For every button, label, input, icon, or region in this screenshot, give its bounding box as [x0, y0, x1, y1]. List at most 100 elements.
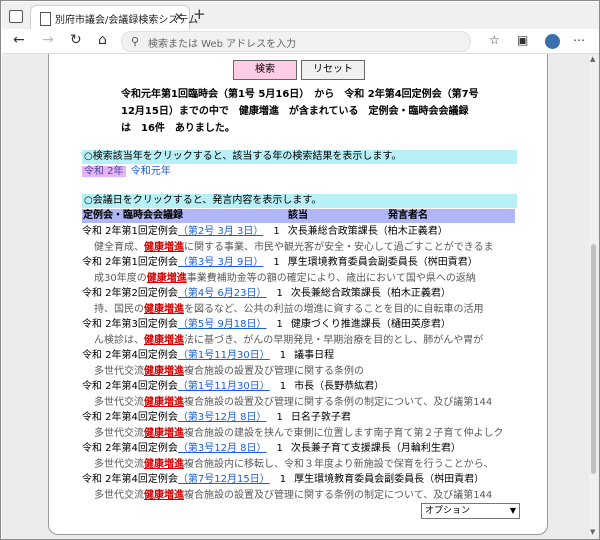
search-button[interactable]: 検索 [233, 60, 297, 80]
column-header-session: 定例会・臨時会会議録 [83, 210, 183, 221]
options-label: オプション [425, 506, 471, 516]
plus-icon[interactable]: + [193, 5, 206, 23]
keyword-highlight: 健康増進 [144, 365, 184, 377]
keyword-highlight: 健康増進 [144, 303, 184, 315]
year-links: 令和 2年 令和元年 [82, 165, 173, 179]
excerpt-before: 成30年度の [94, 272, 147, 284]
row-excerpt: 多世代交流健康増進複合施設の設置及び管理に関する条例の [82, 364, 518, 380]
excerpt-before: 多世代交流 [94, 365, 144, 377]
scroll-down-arrow-icon[interactable]: ▼ [590, 528, 595, 536]
table-row: 令和 2年第4回定例会（第7号12月15日） 1 厚生環境教育委員会副委員長（桝田貢… [82, 472, 518, 488]
keyword-highlight: 健康増進 [144, 241, 184, 253]
row-excerpt: 多世代交流健康増進複合施設の建設を挟んで東側に位置します南子育て第２子育て仲よし… [82, 426, 518, 442]
row-count: 1 [279, 474, 287, 485]
row-session: 令和 2年第4回定例会 [82, 443, 178, 454]
table-row: 令和 2年第2回定例会（第4号 6月23日） 1 次長兼総合政策課長（柏木正義君） [82, 286, 518, 302]
row-session: 令和 2年第1回定例会 [82, 257, 178, 268]
window-icon[interactable] [9, 10, 23, 23]
meeting-date-link[interactable]: （第3号12月 8日） [178, 443, 267, 454]
search-results-page: 検索 リセット 令和元年第1回臨時会（第1号 5月16日） から 令和 2年第4… [48, 54, 548, 535]
row-speaker: 次長兼総合政策課長（柏木正義君） [287, 226, 448, 237]
row-count: 1 [279, 381, 287, 392]
row-session: 令和 2年第3回定例会 [82, 319, 178, 330]
reset-button[interactable]: リセット [301, 60, 365, 80]
row-excerpt: 持、国民の健康増進を図るなど、公共の利益の増進に資することを目的に自転車の活用 [82, 302, 518, 318]
scrollbar[interactable]: ▲ ▼ [589, 54, 598, 539]
favorites-icon[interactable]: ☆ [489, 33, 500, 47]
page-icon [40, 12, 51, 26]
meeting-date-link[interactable]: （第4号 6月23日） [178, 288, 267, 299]
meeting-date-link[interactable]: （第3号12月 8日） [178, 412, 267, 423]
row-count: 1 [276, 319, 283, 330]
keyword-highlight: 健康増進 [146, 272, 187, 284]
back-arrow-icon[interactable]: ← [13, 32, 25, 48]
content-area: 検索 リセット 令和元年第1回臨時会（第1号 5月16日） から 令和 2年第4… [2, 54, 599, 539]
table-row: 令和 2年第4回定例会（第3号12月 8日） 1 次長兼子育て支援課長（月輪利生君） [82, 441, 518, 457]
meeting-date-link[interactable]: （第5号 9月18日） [178, 319, 267, 330]
meeting-date-link[interactable]: （第7号12月15日） [178, 474, 270, 485]
keyword-highlight: 健康増進 [144, 396, 184, 408]
row-excerpt: 多世代交流健康増進複合施設の設置及び管理に関する条例の制定について、及び議第14… [82, 488, 518, 504]
more-icon[interactable]: ⋯ [573, 33, 585, 47]
excerpt-after: 複合施設の設置及び管理に関する条例の制定について、及び議第144 [184, 396, 493, 408]
row-session: 令和 2年第1回定例会 [82, 226, 178, 237]
avatar[interactable] [545, 34, 560, 49]
tab-current[interactable]: 別府市議会/会議録検索システム ✕ [30, 5, 198, 31]
table-row: 令和 2年第4回定例会（第1号11月30日） 1 議事日程 [82, 348, 518, 364]
column-header-count: 該当 [288, 210, 308, 221]
address-placeholder: 検索または Web アドレスを入力 [148, 39, 297, 50]
year-link-reiwa2[interactable]: 令和 2年 [82, 166, 126, 177]
row-excerpt: 多世代交流健康増進複合施設の設置及び管理に関する条例の制定について、及び議第14… [82, 395, 518, 411]
excerpt-after: 複合施設の建設を挟んで東側に位置します南子育て第２子育て仲よしク [184, 427, 504, 439]
year-link-reiwa1[interactable]: 令和元年 [129, 166, 173, 177]
options-select[interactable]: オプション ▼ [421, 503, 520, 519]
address-bar[interactable]: ⚲ 検索または Web アドレスを入力 [121, 31, 471, 52]
row-count: 1 [276, 443, 283, 454]
navigation-bar: ← → ↻ ⌂ ⚲ 検索または Web アドレスを入力 ☆ ▣ ⋯ [2, 29, 599, 54]
excerpt-after: 法に基づき、がんの早期発見・早期治療を目的とし、肺がんや胃が [184, 334, 484, 346]
column-header-speaker: 発言者名 [388, 210, 428, 221]
collections-icon[interactable]: ▣ [517, 33, 528, 47]
meeting-date-link[interactable]: （第2号 3月 3日） [178, 226, 263, 237]
row-count: 1 [276, 412, 283, 423]
home-icon[interactable]: ⌂ [98, 32, 107, 48]
excerpt-after: を図るなど、公共の利益の増進に資することを目的に自転車の活用 [184, 303, 484, 315]
row-session: 令和 2年第4回定例会 [82, 350, 178, 361]
meeting-date-link[interactable]: （第1号11月30日） [178, 381, 270, 392]
row-excerpt: ん検診は、健康増進法に基づき、がんの早期発見・早期治療を目的とし、肺がんや胃が [82, 333, 518, 349]
excerpt-after: 複合施設の設置及び管理に関する条例の [184, 365, 364, 377]
row-speaker: 日名子敦子君 [290, 412, 351, 423]
keyword-highlight: 健康増進 [144, 427, 184, 439]
excerpt-after: 事業費補助金等の額の確定により、歳出において国や県への返納 [186, 272, 476, 284]
table-row: 令和 2年第1回定例会（第2号 3月 3日） 1 次長兼総合政策課長（柏木正義君） [82, 224, 518, 240]
scroll-up-arrow-icon[interactable]: ▲ [590, 55, 595, 63]
excerpt-before: 持、国民の [94, 303, 144, 315]
row-count: 1 [273, 226, 280, 237]
table-row: 令和 2年第3回定例会（第5号 9月18日） 1 健康づくり推進課長（樋田英彦君） [82, 317, 518, 333]
browser-window: 別府市議会/会議録検索システム ✕ + ← → ↻ ⌂ ⚲ 検索または Web … [0, 0, 600, 540]
date-instruction: ○会議日をクリックすると、発言内容を表示します。 [82, 194, 517, 208]
meeting-date-link[interactable]: （第3号 3月 9日） [178, 257, 263, 268]
excerpt-before: ん検診は、 [94, 334, 144, 346]
excerpt-after: 複合施設の設置及び管理に関する条例の制定について、及び議第144 [184, 489, 493, 501]
row-speaker: 次長兼子育て支援課長（月輪利生君） [290, 443, 461, 454]
scroll-thumb[interactable] [591, 244, 596, 474]
row-excerpt: 多世代交流健康増進複合施設内に移転し、令和３年度より新施設で保育を行うことから、 [82, 457, 518, 473]
row-speaker: 健康づくり推進課長（樋田英彦君） [290, 319, 451, 330]
meeting-date-link[interactable]: （第1号11月30日） [178, 350, 270, 361]
close-icon[interactable]: ✕ [174, 10, 184, 24]
row-session: 令和 2年第4回定例会 [82, 381, 178, 392]
row-session: 令和 2年第2回定例会 [82, 288, 178, 299]
excerpt-before: 多世代交流 [94, 396, 144, 408]
refresh-icon[interactable]: ↻ [70, 32, 82, 48]
table-row: 令和 2年第1回定例会（第3号 3月 9日） 1 厚生環境教育委員会副委員長（桝田貢… [82, 255, 518, 271]
row-speaker: 厚生環境教育委員会副委員長（桝田貢君） [287, 257, 478, 268]
search-icon: ⚲ [131, 35, 140, 48]
keyword-highlight: 健康増進 [144, 458, 184, 470]
forward-arrow-icon[interactable]: → [42, 32, 54, 48]
row-excerpt: 健全育成、健康増進に関する事業、市民や観光客が安全・安心して過ごすことができるま [82, 240, 518, 256]
year-instruction: ○検索該当年をクリックすると、該当する年の検索結果を表示します。 [82, 150, 517, 164]
results-header: 定例会・臨時会会議録 該当 発言者名 [82, 209, 515, 223]
row-count: 1 [276, 288, 283, 299]
tab-strip: 別府市議会/会議録検索システム ✕ + [2, 2, 599, 31]
